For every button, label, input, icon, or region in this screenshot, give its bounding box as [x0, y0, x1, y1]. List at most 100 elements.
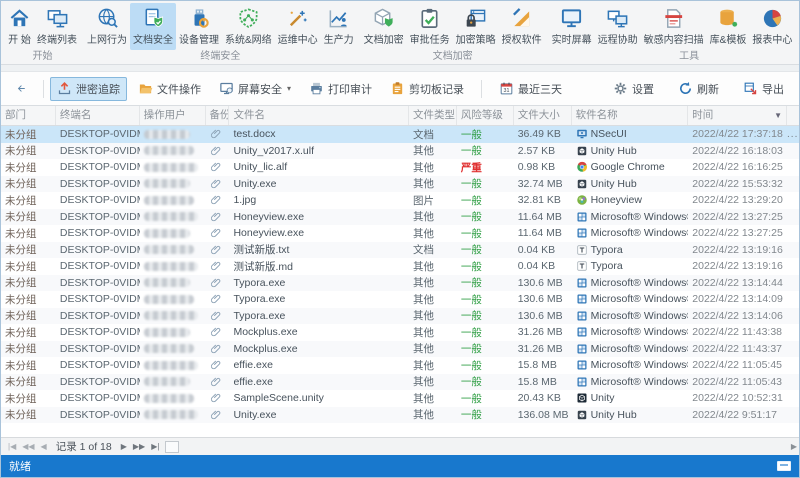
- ribbon-button[interactable]: 授权软件: [499, 3, 545, 50]
- ribbon-button[interactable]: 上网行为: [84, 3, 130, 50]
- pager-next-button[interactable]: ▶: [118, 442, 130, 451]
- table-row[interactable]: 未分组 DESKTOP-0VIDMDJ effie.exe 其他 一般 15.8 MB Mi…: [1, 357, 799, 374]
- ribbon-button[interactable]: 远程协助: [595, 3, 641, 50]
- ribbon-button[interactable]: 加密策略: [453, 3, 499, 50]
- pager-prev-button[interactable]: ◀: [38, 442, 50, 451]
- back-button[interactable]: [9, 77, 33, 100]
- table-row[interactable]: 未分组 DESKTOP-0VIDMDJ Honeyview.exe 其他 一般 11.64…: [1, 225, 799, 242]
- cell-backup[interactable]: [206, 225, 230, 242]
- table-row[interactable]: 未分组 DESKTOP-0VIDMDJ Typora.exe 其他 一般 130.6 MB…: [1, 291, 799, 308]
- table-row[interactable]: 未分组 DESKTOP-0VIDMDJ SampleScene.unity 其他 一般 2…: [1, 390, 799, 407]
- ribbon-button[interactable]: 运维中心: [275, 3, 321, 50]
- cell-time: 2022/4/22 17:37:18: [692, 128, 783, 141]
- column-header[interactable]: 风险等级: [457, 106, 514, 125]
- cell-backup[interactable]: [206, 407, 230, 424]
- column-header[interactable]: 操作用户: [140, 106, 206, 125]
- table-row[interactable]: 未分组 DESKTOP-0VIDMDJ Typora.exe 其他 一般 130.6 MB…: [1, 274, 799, 292]
- pager-fast-prev-button[interactable]: ◀◀: [19, 442, 37, 451]
- cell-backup[interactable]: [206, 374, 230, 391]
- cell-backup[interactable]: [206, 159, 230, 176]
- column-header[interactable]: 文件类型: [409, 106, 457, 125]
- toolbar-button[interactable]: 文件操作: [131, 77, 208, 101]
- column-header[interactable]: 文件名: [229, 106, 409, 125]
- toolbar-button[interactable]: 打印审计: [302, 77, 379, 101]
- pager-options-button[interactable]: [165, 440, 180, 453]
- ribbon-button[interactable]: 审批任务: [407, 3, 453, 50]
- toolbar-button[interactable]: 刷新: [671, 77, 726, 101]
- cell-file-name: Mockplus.exe: [233, 326, 298, 339]
- toolbar-button[interactable]: 导出: [736, 77, 791, 101]
- cell-row-actions[interactable]: ...: [787, 126, 799, 143]
- table-row[interactable]: 未分组 DESKTOP-0VIDMDJ Honeyview.exe 其他 一般 11.64…: [1, 208, 799, 226]
- cell-backup[interactable]: [206, 291, 230, 308]
- row-actions-ellipsis[interactable]: ...: [787, 129, 798, 140]
- cell-backup[interactable]: [206, 242, 230, 259]
- table-row[interactable]: 未分组 DESKTOP-0VIDMDJ Unity_v2017.x.ulf 其他 一般 2…: [1, 142, 799, 160]
- table-row[interactable]: 未分组 DESKTOP-0VIDMDJ Typora.exe 其他 一般 130.6 MB…: [1, 307, 799, 325]
- toolbar-button[interactable]: 屏幕安全 ▾: [212, 77, 298, 101]
- column-header[interactable]: 软件名称: [572, 106, 689, 125]
- ribbon-button[interactable]: 生产力: [321, 3, 357, 50]
- ribbon-button[interactable]: 文档安全: [130, 3, 176, 50]
- table-row[interactable]: 未分组 DESKTOP-0VIDMDJ effie.exe 其他 一般 15.8 MB Mi…: [1, 373, 799, 391]
- cell-file-size: 0.04 KB: [517, 243, 556, 256]
- table-row[interactable]: 未分组 DESKTOP-0VIDMDJ Unity.exe 其他 一般 136.08 MB…: [1, 406, 799, 424]
- nsecui-app-icon: [576, 128, 588, 140]
- toolbar-button[interactable]: 剪切板记录: [383, 77, 471, 101]
- table-row[interactable]: 未分组 DESKTOP-0VIDMDJ Unity_lic.alf 其他 严重 0.98 …: [1, 159, 799, 176]
- ribbon-button[interactable]: 更多...: [795, 3, 799, 50]
- ribbon-button[interactable]: 库&模板: [707, 3, 750, 50]
- pager-first-button[interactable]: |◀: [5, 442, 19, 451]
- table-row[interactable]: 未分组 DESKTOP-0VIDMDJ Mockplus.exe 其他 一般 31.26 …: [1, 340, 799, 358]
- column-header[interactable]: 文件大小: [514, 106, 572, 125]
- ribbon-button[interactable]: 报表中心: [749, 3, 795, 50]
- cell-backup[interactable]: [206, 357, 230, 374]
- hscroll-right-arrow[interactable]: ▶: [791, 442, 797, 451]
- ribbon-button[interactable]: 开 始: [5, 3, 34, 50]
- cell-file-size: 130.6 MB: [517, 309, 563, 322]
- table-row[interactable]: 未分组 DESKTOP-0VIDMDJ 测试新版.md 其他 一般 0.04 KB Typo…: [1, 258, 799, 275]
- cell-backup[interactable]: [206, 126, 230, 143]
- cell-backup[interactable]: [206, 176, 230, 193]
- cell-backup[interactable]: [206, 209, 230, 226]
- home-icon: [8, 7, 31, 30]
- cell-software-name: Microsoft® Windows® Oper...: [572, 324, 688, 341]
- cell-backup[interactable]: [206, 324, 230, 341]
- statusbar-screen-icon[interactable]: [777, 461, 791, 471]
- cell-backup[interactable]: [206, 143, 230, 160]
- ribbon-button[interactable]: 实时屏幕: [549, 3, 595, 50]
- ribbon-button[interactable]: 敏感内容扫描: [641, 3, 707, 50]
- ribbon-button[interactable]: 终端列表: [34, 3, 80, 50]
- ribbon-button[interactable]: 设备管理: [176, 3, 222, 50]
- column-header-label: 部门: [5, 109, 26, 121]
- ribbon-button[interactable]: 系统&网络: [222, 3, 275, 50]
- column-header[interactable]: 终端名: [56, 106, 140, 125]
- cell-software-name: Microsoft® Windows® Oper...: [572, 291, 688, 308]
- cell-department: 未分组: [5, 409, 37, 422]
- cell-backup[interactable]: [206, 192, 230, 209]
- table-row[interactable]: 未分组 DESKTOP-0VIDMDJ 1.jpg 图片 一般 32.81 KB Honey…: [1, 192, 799, 209]
- cell-backup[interactable]: [206, 258, 230, 275]
- table-row[interactable]: 未分组 DESKTOP-0VIDMDJ test.docx 文档 一般 36.49 KB N…: [1, 126, 799, 143]
- cell-terminal-name: DESKTOP-0VIDMDJ: [59, 260, 140, 273]
- column-header[interactable]: 时间 ▼: [688, 106, 788, 125]
- cell-backup[interactable]: [206, 308, 230, 325]
- toolbar-button[interactable]: 31 最近三天: [492, 77, 569, 101]
- column-header[interactable]: 部门: [1, 106, 56, 125]
- cell-backup[interactable]: [206, 341, 230, 358]
- table-row[interactable]: 未分组 DESKTOP-0VIDMDJ Mockplus.exe 其他 一般 31.26 …: [1, 324, 799, 341]
- pager-fast-next-button[interactable]: ▶▶: [130, 442, 148, 451]
- cell-backup[interactable]: [206, 275, 230, 292]
- table-row[interactable]: 未分组 DESKTOP-0VIDMDJ 测试新版.txt 文档 一般 0.04 KB Typ…: [1, 241, 799, 259]
- paperclip-icon: [210, 260, 222, 272]
- cell-software-name: Microsoft® Windows® Oper...: [572, 357, 688, 374]
- column-filter-icon[interactable]: ▼: [774, 106, 782, 125]
- ribbon-button[interactable]: 文档加密: [361, 3, 407, 50]
- toolbar-button[interactable]: 设置: [606, 77, 661, 101]
- column-header[interactable]: 备份: [206, 106, 230, 125]
- pager-last-button[interactable]: ▶|: [148, 442, 162, 451]
- toolbar-button[interactable]: 泄密追踪: [50, 76, 127, 101]
- cell-department: 未分组: [5, 392, 37, 405]
- cell-backup[interactable]: [206, 390, 230, 407]
- table-row[interactable]: 未分组 DESKTOP-0VIDMDJ Unity.exe 其他 一般 32.74 MB U…: [1, 175, 799, 193]
